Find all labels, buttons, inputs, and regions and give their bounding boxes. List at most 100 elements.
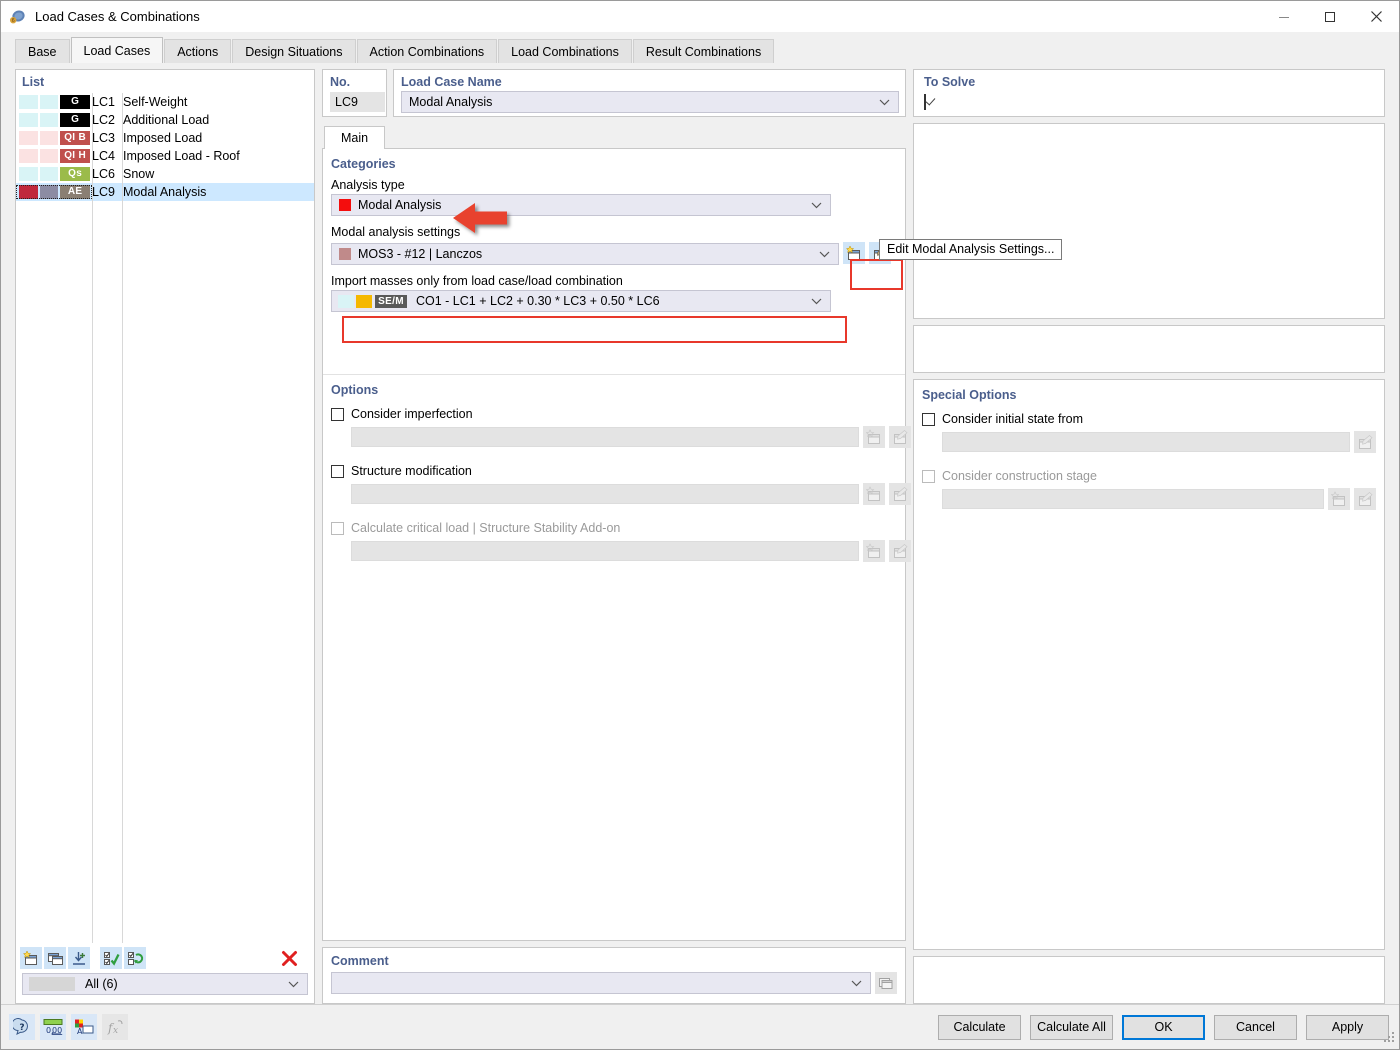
- consider-initial-state-label: Consider initial state from: [942, 412, 1083, 426]
- right-column: To Solve Special Options Consider initia…: [913, 69, 1385, 1004]
- to-solve-group: To Solve: [913, 69, 1385, 117]
- new-load-case-icon[interactable]: [20, 947, 42, 969]
- comment-input[interactable]: [331, 972, 871, 994]
- tab-main[interactable]: Main: [324, 126, 385, 149]
- units-icon[interactable]: 0, 00: [40, 1014, 66, 1040]
- chevron-down-icon: [879, 95, 890, 109]
- resize-grip[interactable]: [1384, 1032, 1395, 1046]
- apply-button[interactable]: Apply: [1306, 1015, 1389, 1040]
- to-solve-label: To Solve: [924, 75, 1384, 89]
- minimize-button[interactable]: [1261, 1, 1307, 32]
- color-swatch-2: [40, 149, 59, 163]
- help-icon[interactable]: ?: [9, 1014, 35, 1040]
- options-label: Options: [331, 383, 897, 397]
- load-case-number: LC2: [92, 113, 116, 127]
- edit-construction-stage-icon: [1354, 488, 1376, 510]
- maximize-button[interactable]: [1307, 1, 1353, 32]
- consider-construction-stage-label: Consider construction stage: [942, 469, 1097, 483]
- row-swatches: QI H: [16, 149, 92, 163]
- tab-result-combinations[interactable]: Result Combinations: [633, 39, 774, 63]
- color-swatch-2: [40, 113, 59, 127]
- load-case-name-box: Load Case Name Modal Analysis: [393, 69, 906, 117]
- construction-stage-field: [942, 489, 1324, 509]
- invert-selection-icon[interactable]: [124, 947, 146, 969]
- options-group: Options Consider imperfection: [323, 374, 905, 572]
- color-swatch-2: [40, 95, 59, 109]
- copy-load-case-icon[interactable]: [44, 947, 66, 969]
- color-swatch-2: [40, 131, 59, 145]
- dialog-content: List G LC1 Self-Weight: [1, 63, 1399, 1004]
- analysis-type-select[interactable]: Modal Analysis: [331, 194, 831, 216]
- chevron-down-icon: [811, 198, 822, 212]
- tab-load-cases[interactable]: Load Cases: [71, 37, 164, 63]
- tab-actions[interactable]: Actions: [164, 39, 231, 63]
- row-swatches: AE: [16, 185, 92, 199]
- close-button[interactable]: [1353, 1, 1399, 32]
- tab-action-combinations[interactable]: Action Combinations: [357, 39, 498, 63]
- analysis-type-label: Analysis type: [331, 178, 897, 192]
- load-case-name-input[interactable]: Modal Analysis: [401, 91, 899, 113]
- new-critical-load-icon: [863, 540, 885, 562]
- list-item-selected[interactable]: AE LC9 Modal Analysis: [16, 183, 314, 201]
- list-filter-select[interactable]: All (6): [22, 973, 308, 995]
- chevron-down-icon: [811, 294, 822, 308]
- consider-imperfection-checkbox[interactable]: [331, 408, 344, 421]
- structure-modification-checkbox[interactable]: [331, 465, 344, 478]
- to-solve-checkbox[interactable]: [924, 94, 926, 110]
- tooltip-edit-modal-analysis-settings: Edit Modal Analysis Settings...: [879, 239, 1062, 260]
- calculate-all-button[interactable]: Calculate All: [1030, 1015, 1113, 1040]
- cancel-button[interactable]: Cancel: [1214, 1015, 1297, 1040]
- tab-base[interactable]: Base: [15, 39, 70, 63]
- analysis-type-value: Modal Analysis: [351, 198, 441, 212]
- list-item[interactable]: Qs LC6 Snow: [16, 165, 314, 183]
- filter-value: All (6): [85, 977, 118, 991]
- import-masses-select[interactable]: SE/M CO1 - LC1 + LC2 + 0.30 * LC3 + 0.50…: [331, 290, 831, 312]
- list-item[interactable]: G LC1 Self-Weight: [16, 93, 314, 111]
- special-options-group: Special Options Consider initial state f…: [913, 379, 1385, 950]
- delete-load-case-button[interactable]: [278, 947, 300, 969]
- modal-settings-swatch: [339, 248, 351, 260]
- import-load-case-icon[interactable]: [68, 947, 90, 969]
- import-masses-swatch-2: [356, 295, 372, 308]
- analysis-type-swatch: [339, 199, 351, 211]
- color-swatch-2: [40, 167, 59, 181]
- load-case-detail-column: No. LC9 Load Case Name Modal Analysis Ma…: [322, 69, 906, 1004]
- import-masses-label: Import masses only from load case/load c…: [331, 274, 897, 288]
- calculate-critical-load-label: Calculate critical load | Structure Stab…: [351, 521, 620, 535]
- svg-text:x: x: [113, 1026, 118, 1036]
- select-all-icon[interactable]: [100, 947, 122, 969]
- detail-tabstrip: Main: [322, 126, 906, 149]
- new-structure-modification-icon: [863, 483, 885, 505]
- calculate-critical-load-checkbox: [331, 522, 344, 535]
- new-modal-settings-icon[interactable]: [843, 242, 865, 264]
- comment-label: Comment: [331, 954, 897, 968]
- load-case-name-value: Modal Analysis: [402, 95, 492, 109]
- color-swatch-1: [19, 185, 38, 199]
- chevron-down-icon: [819, 247, 830, 261]
- list-toolbar: [16, 943, 314, 973]
- load-case-name: Additional Load: [116, 113, 209, 127]
- comment-templates-icon[interactable]: [875, 972, 897, 994]
- main-tabstrip: Base Load Cases Actions Design Situation…: [1, 32, 1399, 63]
- modal-settings-select[interactable]: MOS3 - #12 | Lanczos: [331, 243, 839, 265]
- dialog-button-bar: Calculate Calculate All OK Cancel Apply: [938, 1015, 1389, 1040]
- new-construction-stage-icon: [1328, 488, 1350, 510]
- list-item[interactable]: QI B LC3 Imposed Load: [16, 129, 314, 147]
- list-item[interactable]: QI H LC4 Imposed Load - Roof: [16, 147, 314, 165]
- graphics-icon[interactable]: A: [71, 1014, 97, 1040]
- load-case-number: LC1: [92, 95, 116, 109]
- load-case-name: Imposed Load: [116, 131, 202, 145]
- color-swatch-2: [40, 185, 59, 199]
- edit-imperfection-icon: [889, 426, 911, 448]
- calculate-button[interactable]: Calculate: [938, 1015, 1021, 1040]
- import-masses-swatch-1: [338, 295, 354, 308]
- tab-load-combinations[interactable]: Load Combinations: [498, 39, 632, 63]
- ok-button[interactable]: OK: [1122, 1015, 1205, 1040]
- tab-design-situations[interactable]: Design Situations: [232, 39, 355, 63]
- initial-state-field: [942, 432, 1350, 452]
- chevron-down-icon: [288, 977, 299, 991]
- list-item[interactable]: G LC2 Additional Load: [16, 111, 314, 129]
- load-case-number: LC4: [92, 149, 116, 163]
- edit-critical-load-icon: [889, 540, 911, 562]
- consider-initial-state-checkbox[interactable]: [922, 413, 935, 426]
